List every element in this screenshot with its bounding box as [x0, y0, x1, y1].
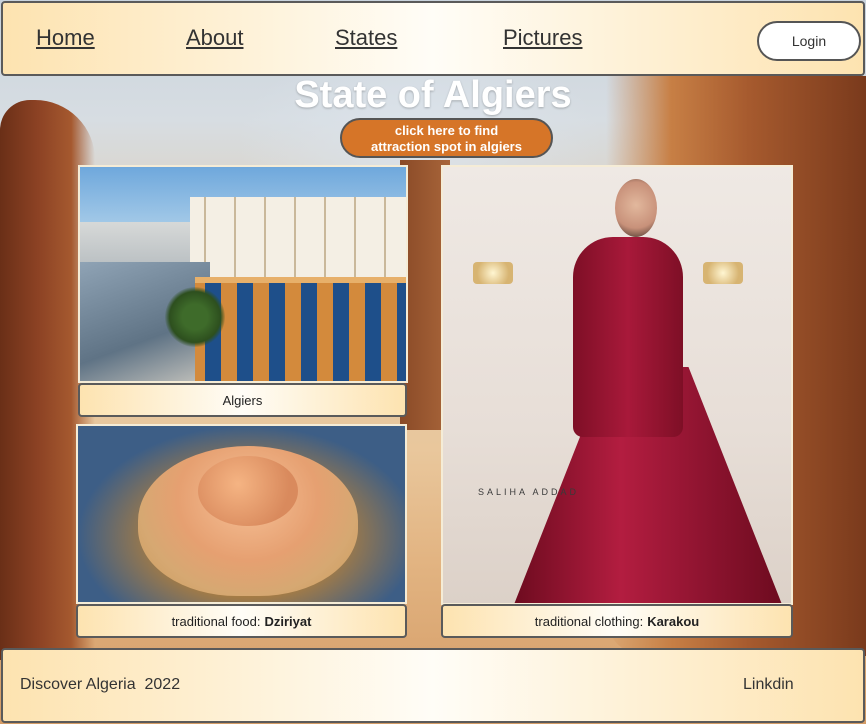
footer-copyright: Discover Algeria 2022: [20, 676, 181, 693]
clothing-caption-name: Karakou: [647, 613, 700, 629]
wall-lamp-left: [473, 262, 513, 284]
food-caption-prefix: traditional food:: [171, 613, 261, 629]
nav-home-link[interactable]: Home: [36, 25, 95, 51]
food-caption: traditional food: Dziriyat: [76, 604, 407, 638]
photo-watermark-logo: SALIHA ADDAD: [478, 487, 580, 497]
footer-bar: Discover Algeria 2022 Linkdin: [1, 648, 865, 723]
palm-tree: [165, 287, 225, 347]
linkedin-link[interactable]: Linkdin: [743, 676, 794, 694]
pastry-top: [198, 456, 298, 526]
algiers-caption: Algiers: [78, 383, 407, 417]
top-nav-bar: Home About States Pictures Login: [1, 1, 865, 76]
cta-line-2: attraction spot in algiers: [371, 139, 522, 154]
algiers-caption-text: Algiers: [222, 392, 263, 408]
clothing-caption: traditional clothing: Karakou: [441, 604, 793, 638]
nav-pictures-link[interactable]: Pictures: [503, 25, 582, 51]
city-buildings-left: [80, 222, 190, 267]
city-buildings-row-2: [190, 227, 406, 277]
city-buildings-row-1: [190, 197, 406, 227]
attraction-spot-button[interactable]: click here to find attraction spot in al…: [340, 118, 553, 158]
page-title: State of Algiers: [294, 74, 572, 116]
nav-states-link[interactable]: States: [335, 25, 397, 51]
algiers-city-photo: [78, 165, 408, 383]
clothing-caption-prefix: traditional clothing:: [534, 613, 644, 629]
dress-body: [573, 237, 683, 437]
model-head: [615, 179, 657, 237]
pastry: [138, 446, 358, 596]
city-arcade: [195, 277, 406, 381]
karakou-clothing-photo: SALIHA ADDAD: [441, 165, 793, 605]
cta-line-1: click here to find: [394, 123, 499, 138]
food-caption-name: Dziriyat: [264, 613, 312, 629]
wall-lamp-right: [703, 262, 743, 284]
nav-about-link[interactable]: About: [186, 25, 244, 51]
dziriyat-food-photo: [76, 424, 407, 604]
login-button[interactable]: Login: [757, 21, 861, 61]
